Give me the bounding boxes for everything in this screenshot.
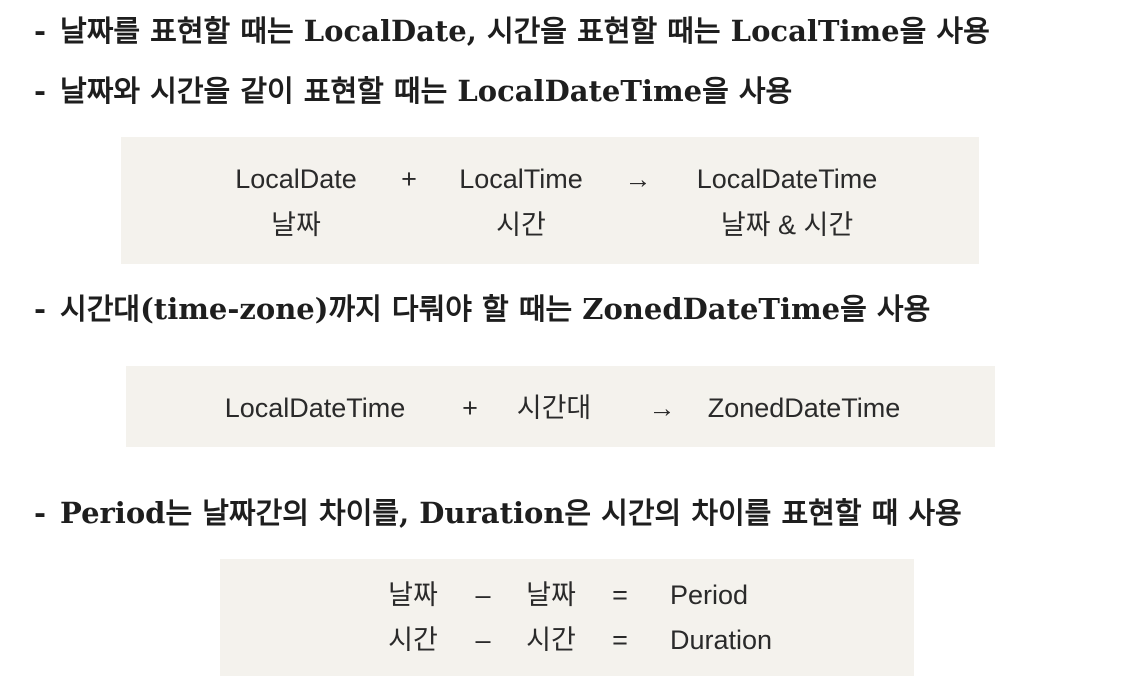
diagram-term: 날짜 — [526, 580, 576, 610]
localdatetime-diagram-box: LocalDate + LocalTime → LocalDateTime 날짜… — [121, 137, 979, 264]
diagram-term: 시간대 — [516, 393, 592, 423]
bullet-line-1: - 날짜를 표현할 때는 LocalDate, 시간을 표현할 때는 LocalT… — [34, 14, 990, 49]
bullet-dash: - — [34, 496, 47, 530]
diagram-term: LocalDate — [235, 164, 357, 194]
diagram-row-period: 날짜 – 날짜 = Period — [220, 575, 914, 615]
diagram-term: LocalDateTime — [224, 393, 406, 423]
plus-operator: + — [401, 164, 417, 194]
arrow-operator: → — [624, 164, 652, 194]
diagram-term: 날짜 — [388, 580, 438, 610]
bullet-text: 시간대(time-zone)까지 다뤄야 할 때는 ZonedDateTime을… — [60, 292, 931, 326]
diagram-term: LocalTime — [459, 164, 583, 194]
diagram-caption: 날짜 — [271, 210, 321, 240]
diagram-caption: 시간 — [496, 210, 546, 240]
diagram-row-meaning: 날짜 시간 날짜 & 시간 — [121, 205, 979, 245]
bullet-dash: - — [34, 74, 47, 108]
minus-operator: – — [475, 625, 491, 655]
diagram-result: Duration — [670, 625, 773, 655]
minus-operator: – — [475, 580, 491, 610]
diagram-result: Period — [670, 580, 749, 610]
bullet-text: Period는 날짜간의 차이를, Duration은 시간의 차이를 표현할 … — [60, 496, 962, 530]
bullet-dash: - — [34, 292, 47, 326]
bullet-text: 날짜를 표현할 때는 LocalDate, 시간을 표현할 때는 LocalTi… — [60, 14, 990, 48]
diagram-row: LocalDateTime + 시간대 → ZonedDateTime — [126, 388, 995, 428]
diagram-row-classes: LocalDate + LocalTime → LocalDateTime — [121, 159, 979, 199]
equals-operator: = — [612, 580, 628, 610]
period-duration-diagram-box: 날짜 – 날짜 = Period 시간 – 시간 = Duration — [220, 559, 914, 676]
diagram-term: 시간 — [388, 625, 438, 655]
bullet-dash: - — [34, 14, 47, 48]
diagram-term: LocalDateTime — [696, 164, 878, 194]
bullet-line-4: - Period는 날짜간의 차이를, Duration은 시간의 차이를 표현할… — [34, 496, 962, 531]
diagram-term: ZonedDateTime — [707, 393, 901, 423]
equals-operator: = — [612, 625, 628, 655]
diagram-term: 시간 — [526, 625, 576, 655]
plus-operator: + — [462, 393, 478, 423]
bullet-line-2: - 날짜와 시간을 같이 표현할 때는 LocalDateTime을 사용 — [34, 74, 792, 109]
zoneddatetime-diagram-box: LocalDateTime + 시간대 → ZonedDateTime — [126, 366, 995, 447]
diagram-row-duration: 시간 – 시간 = Duration — [220, 620, 914, 660]
bullet-text: 날짜와 시간을 같이 표현할 때는 LocalDateTime을 사용 — [60, 74, 793, 108]
diagram-caption: 날짜 & 시간 — [720, 210, 854, 240]
arrow-operator: → — [648, 393, 676, 423]
bullet-line-3: - 시간대(time-zone)까지 다뤄야 할 때는 ZonedDateTime… — [34, 292, 930, 327]
